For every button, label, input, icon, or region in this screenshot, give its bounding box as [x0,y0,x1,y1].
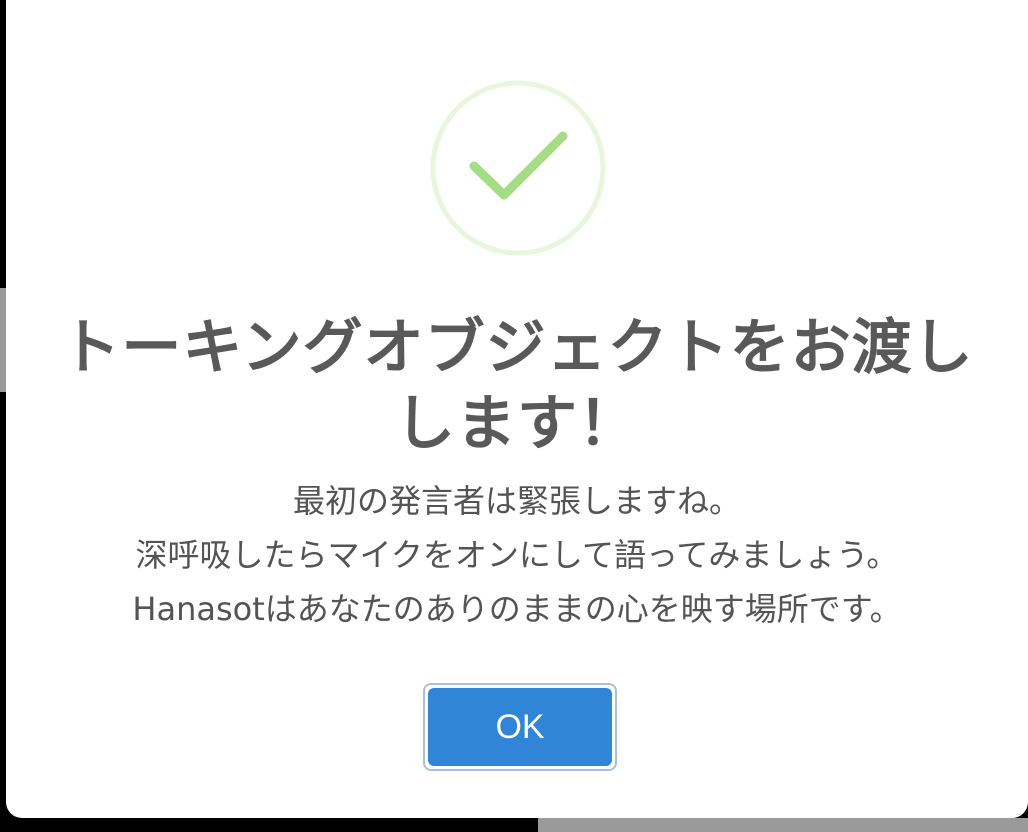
background-page-edge-bottom [538,818,1028,832]
success-check-icon [430,80,606,256]
message-line: Hanasotはあなたのありのままの心を映す場所です。 [132,590,902,628]
message-line: 深呼吸したらマイクをオンにして語ってみましょう。 [135,536,899,574]
success-dialog: トーキングオブジェクトをお渡しします！ 最初の発言者は緊張しますね。 深呼吸した… [6,0,1028,818]
message-line: 最初の発言者は緊張しますね。 [292,482,741,520]
dialog-message: 最初の発言者は緊張しますね。 深呼吸したらマイクをオンにして語ってみましょう。 … [36,474,998,636]
dialog-title: トーキングオブジェクトをお渡しします！ [60,313,974,459]
ok-button[interactable]: OK [428,688,612,766]
ok-button-focus-ring: OK [423,683,617,771]
